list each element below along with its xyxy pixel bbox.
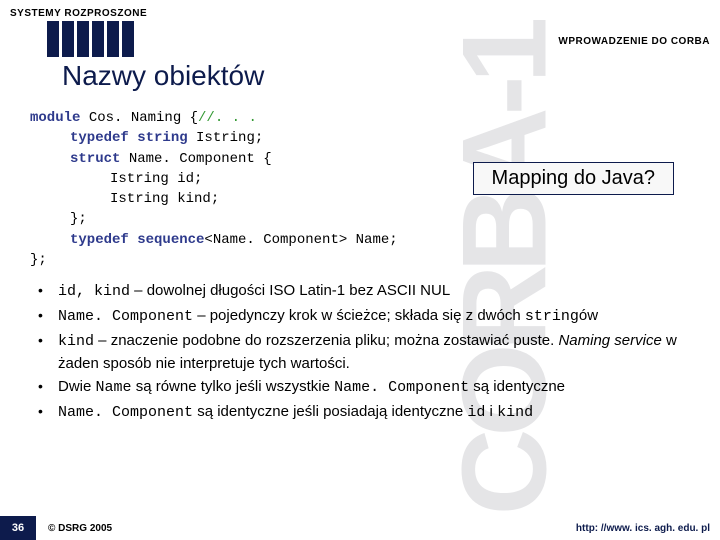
footer: 36 © DSRG 2005 http: //www. ics. agh. ed… [0, 516, 720, 540]
list-item: Dwie Name są równe tylko jeśli wszystkie… [34, 376, 690, 399]
copyright: © DSRG 2005 [48, 523, 112, 534]
bullet-list: id, kind – dowolnej długości ISO Latin-1… [30, 280, 690, 424]
header-left: SYSTEMY ROZPROSZONE [10, 8, 147, 19]
list-item: Name. Component – pojedynczy krok w ście… [34, 305, 690, 328]
header-right: WPROWADZENIE DO CORBA [558, 36, 710, 47]
slide-content: module Cos. Naming {//. . . typedef stri… [30, 108, 690, 426]
slide-title: Nazwy obiektów [62, 60, 264, 92]
decorative-bars [47, 21, 134, 57]
code-block: module Cos. Naming {//. . . typedef stri… [30, 108, 690, 270]
list-item: kind – znaczenie podobne do rozszerzenia… [34, 330, 690, 375]
list-item: id, kind – dowolnej długości ISO Latin-1… [34, 280, 690, 303]
footer-url: http: //www. ics. agh. edu. pl [576, 523, 710, 534]
page-number: 36 [0, 516, 36, 540]
list-item: Name. Component są identyczne jeśli posi… [34, 401, 690, 424]
